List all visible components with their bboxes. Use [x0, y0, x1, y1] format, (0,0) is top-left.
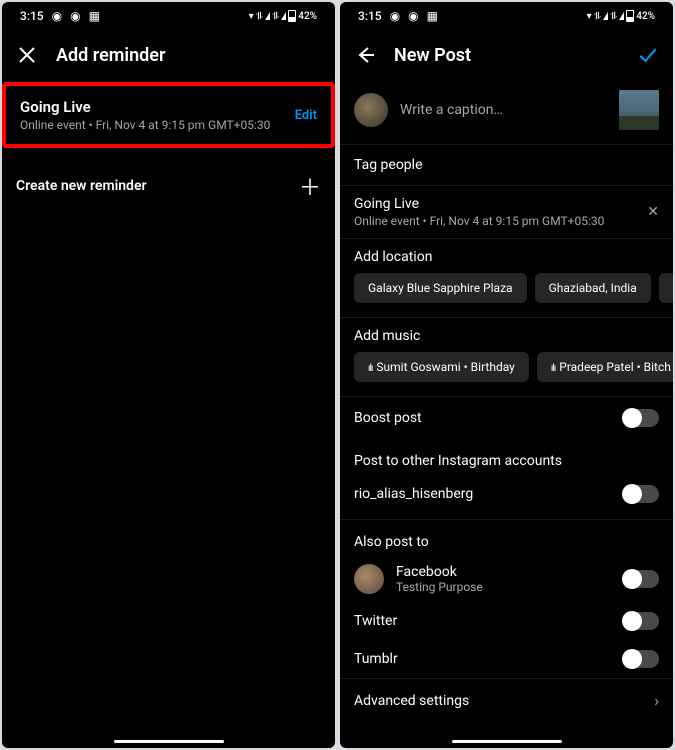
- boost-post-row: Boost post: [340, 396, 673, 439]
- chevron-right-icon: ›: [654, 691, 659, 710]
- highlighted-reminder: Going Live Online event • Fri, Nov 4 at …: [2, 82, 335, 148]
- home-indicator[interactable]: [114, 740, 224, 743]
- music-chips: ılıSumit Goswami • Birthday ılıPradeep P…: [340, 352, 673, 396]
- reminder-title: Going Live: [354, 196, 604, 212]
- reminder-card[interactable]: Going Live Online event • Fri, Nov 4 at …: [6, 86, 331, 144]
- signal-icon-1: [265, 12, 270, 20]
- advanced-settings-row[interactable]: Advanced settings ›: [340, 678, 673, 722]
- app-bar: Add reminder: [2, 30, 335, 84]
- add-location-label[interactable]: Add location: [340, 238, 673, 273]
- facebook-row: Facebook Testing Purpose: [340, 556, 673, 602]
- twitter-label: Twitter: [354, 613, 397, 629]
- music-chip[interactable]: ılıPradeep Patel • Bitch I'm Back: [537, 352, 673, 382]
- tumblr-toggle[interactable]: [623, 650, 659, 668]
- boost-label: Boost post: [354, 410, 422, 426]
- caption-input[interactable]: Write a caption…: [400, 102, 607, 118]
- reddit-icon: ◉: [52, 9, 62, 23]
- location-chips: Galaxy Blue Sapphire Plaza Ghaziabad, In…: [340, 273, 673, 317]
- battery-icon: [288, 10, 296, 22]
- advanced-label: Advanced settings: [354, 693, 469, 709]
- calendar-icon: ▦: [427, 9, 438, 23]
- facebook-avatar: [354, 564, 384, 594]
- account-row: rio_alias_hisenberg: [340, 475, 673, 513]
- facebook-name: Facebook: [396, 564, 611, 580]
- reddit-icon-2: ◉: [70, 9, 80, 23]
- back-icon[interactable]: [354, 44, 376, 66]
- reminder-title: Going Live: [20, 98, 270, 116]
- reminder-block[interactable]: Going Live Online event • Fri, Nov 4 at …: [340, 185, 673, 238]
- account-toggle[interactable]: [623, 485, 659, 503]
- avatar: [354, 93, 388, 127]
- app-bar: New Post: [340, 30, 673, 84]
- reminder-subtitle: Online event • Fri, Nov 4 at 9:15 pm GMT…: [354, 214, 604, 228]
- battery-percent: 42%: [636, 11, 655, 22]
- volte-icon-2: ⥮: [272, 11, 279, 22]
- battery-icon: [626, 10, 634, 22]
- location-chip[interactable]: Noida E: [659, 273, 673, 303]
- twitter-toggle[interactable]: [623, 612, 659, 630]
- wifi-icon: ▾: [249, 11, 254, 22]
- status-bar: 3:15 ◉ ◉ ▦ ▾ ⥮ ⥮ 42%: [340, 2, 673, 30]
- volte-icon: ⥮: [256, 11, 263, 22]
- battery-percent: 42%: [298, 11, 317, 22]
- tumblr-row: Tumblr: [340, 640, 673, 678]
- signal-icon-2: [281, 12, 286, 20]
- edit-link[interactable]: Edit: [295, 108, 317, 123]
- create-reminder-row[interactable]: Create new reminder ＋: [2, 154, 335, 218]
- phone-add-reminder: 3:15 ◉ ◉ ▦ ▾ ⥮ ⥮ 42% Add reminder Going …: [2, 2, 335, 748]
- boost-toggle[interactable]: [623, 409, 659, 427]
- add-music-label[interactable]: Add music: [340, 317, 673, 352]
- plus-icon: ＋: [299, 170, 321, 202]
- status-bar: 3:15 ◉ ◉ ▦ ▾ ⥮ ⥮ 42%: [2, 2, 335, 30]
- music-bars-icon: ılı: [368, 363, 372, 374]
- close-icon[interactable]: [16, 44, 38, 66]
- location-chip[interactable]: Ghaziabad, India: [535, 273, 651, 303]
- location-chip[interactable]: Galaxy Blue Sapphire Plaza: [354, 273, 527, 303]
- twitter-row: Twitter: [340, 602, 673, 640]
- phone-new-post: 3:15 ◉ ◉ ▦ ▾ ⥮ ⥮ 42% New Post Write a ca…: [340, 2, 673, 748]
- facebook-sub: Testing Purpose: [396, 580, 611, 594]
- reddit-icon: ◉: [390, 9, 400, 23]
- also-post-label: Also post to: [340, 519, 673, 556]
- music-bars-icon: ılı: [551, 363, 555, 374]
- post-thumbnail[interactable]: [619, 90, 659, 130]
- screen-title: New Post: [394, 45, 619, 66]
- signal-icon-1: [603, 12, 608, 20]
- tag-people-label: Tag people: [354, 157, 423, 173]
- music-chip[interactable]: ılıSumit Goswami • Birthday: [354, 352, 529, 382]
- calendar-icon: ▦: [89, 9, 100, 23]
- signal-icon-2: [619, 12, 624, 20]
- status-time: 3:15: [358, 9, 382, 23]
- remove-reminder-icon[interactable]: ✕: [647, 204, 659, 220]
- confirm-check-icon[interactable]: [637, 44, 659, 66]
- reminder-subtitle: Online event • Fri, Nov 4 at 9:15 pm GMT…: [20, 118, 270, 132]
- volte-icon: ⥮: [594, 11, 601, 22]
- status-time: 3:15: [20, 9, 44, 23]
- tumblr-label: Tumblr: [354, 651, 398, 667]
- screen-title: Add reminder: [56, 45, 321, 66]
- volte-icon-2: ⥮: [610, 11, 617, 22]
- reddit-icon-2: ◉: [408, 9, 418, 23]
- home-indicator[interactable]: [452, 740, 562, 743]
- caption-row: Write a caption…: [340, 84, 673, 144]
- tag-people-row[interactable]: Tag people: [340, 144, 673, 185]
- facebook-toggle[interactable]: [623, 570, 659, 588]
- create-reminder-label: Create new reminder: [16, 178, 147, 194]
- account-name: rio_alias_hisenberg: [354, 486, 473, 502]
- post-other-label: Post to other Instagram accounts: [340, 439, 673, 475]
- wifi-icon: ▾: [587, 11, 592, 22]
